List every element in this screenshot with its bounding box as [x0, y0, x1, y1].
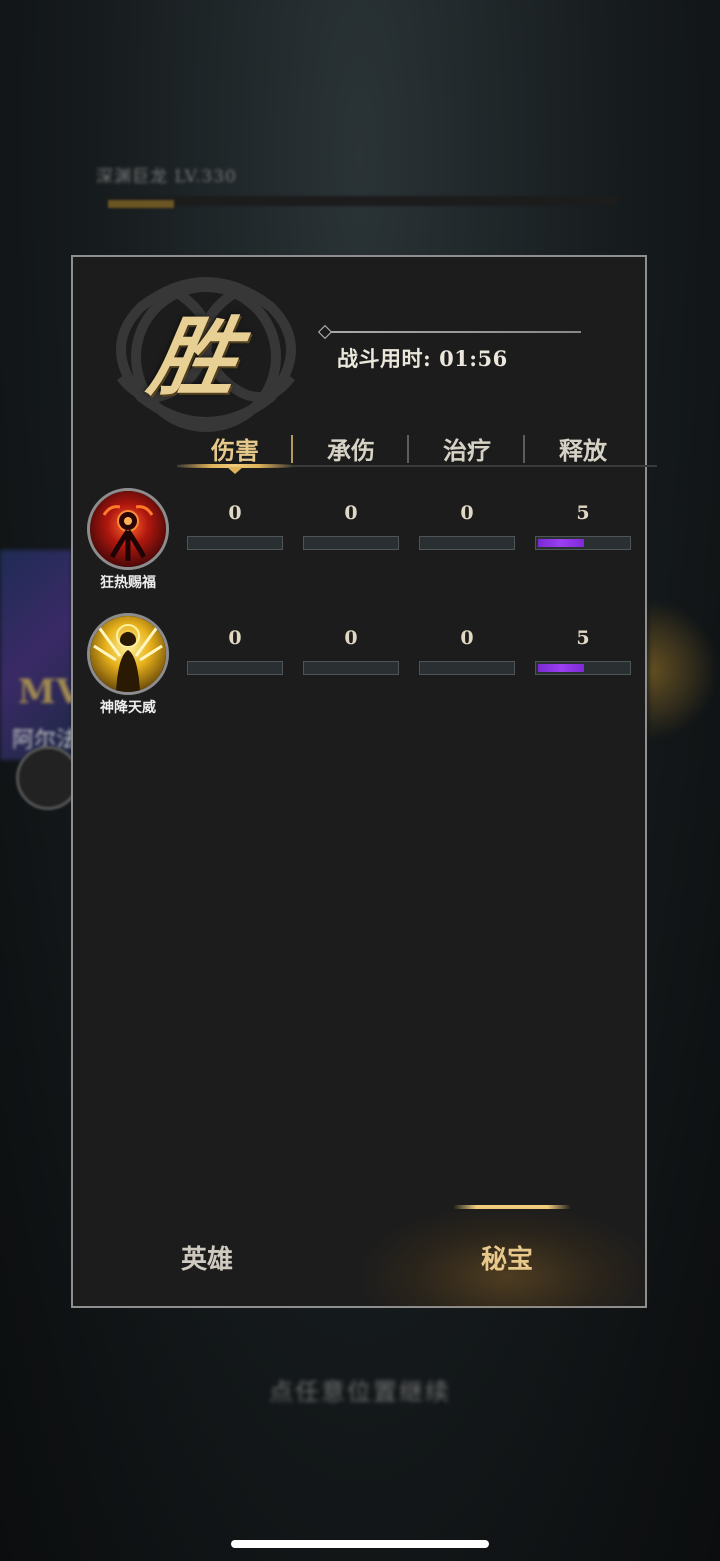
- stat-value: 0: [228, 627, 242, 649]
- tab-heroes[interactable]: 英雄: [63, 1207, 351, 1307]
- stat-bar-fill: [538, 664, 584, 672]
- tab-treasure[interactable]: 秘宝: [363, 1207, 651, 1307]
- stat-value: 0: [344, 627, 358, 649]
- stat-bar: [419, 661, 515, 675]
- stat-value: 0: [460, 502, 474, 524]
- time-divider: [323, 331, 581, 333]
- stat-casts: 5: [535, 502, 631, 550]
- stat-bar: [535, 536, 631, 550]
- stat-healing: 0: [419, 502, 515, 550]
- treasure-name: 神降天威: [100, 700, 156, 716]
- tab-label: 治疗: [443, 435, 491, 465]
- victory-title: 胜: [142, 307, 246, 408]
- stat-bar: [187, 536, 283, 550]
- stat-value: 5: [576, 627, 590, 649]
- stat-bar: [303, 661, 399, 675]
- treasure-avatar: [87, 488, 169, 570]
- stat-damage-taken: 0: [303, 502, 399, 550]
- boss-hp-fill: [108, 200, 174, 208]
- stat-bar: [187, 661, 283, 675]
- list-item[interactable]: 狂热赐福 0 0 0 5: [87, 488, 633, 598]
- stat-bar: [535, 661, 631, 675]
- stat-bar: [303, 536, 399, 550]
- decorative-glow: [648, 600, 720, 740]
- stat-bar-fill: [538, 539, 584, 547]
- battle-time: 战斗用时: 01:56: [337, 346, 508, 371]
- tap-to-continue-hint: 点任意位置继续: [269, 1378, 451, 1406]
- battle-result-panel: 胜 战斗用时: 01:56 伤害 承伤 治疗 释放 狂热赐福 0 0 0 5 神…: [71, 255, 657, 1308]
- treasure-avatar: [87, 613, 169, 695]
- tab-casts[interactable]: 释放: [525, 425, 641, 471]
- stat-bar: [419, 536, 515, 550]
- stat-value: 0: [460, 627, 474, 649]
- divine-treasure-icon: [90, 616, 166, 692]
- stat-damage: 0: [187, 502, 283, 550]
- tab-label: 伤害: [211, 435, 259, 465]
- boss-hud-label: 深渊巨龙 LV.330: [96, 167, 237, 187]
- stat-damage-taken: 0: [303, 627, 399, 675]
- list-item[interactable]: 神降天威 0 0 0 5: [87, 613, 633, 723]
- tab-label: 承伤: [327, 435, 375, 465]
- home-indicator[interactable]: [231, 1540, 489, 1548]
- stat-casts: 5: [535, 627, 631, 675]
- tab-damage-taken[interactable]: 承伤: [293, 425, 409, 471]
- stat-value: 0: [228, 502, 242, 524]
- stat-value: 0: [344, 502, 358, 524]
- tab-treasure-label: 秘宝: [480, 1244, 533, 1275]
- boss-hp-bar: [108, 196, 618, 206]
- active-tab-pointer-icon: [227, 467, 243, 474]
- tab-healing[interactable]: 治疗: [409, 425, 525, 471]
- tab-heroes-label: 英雄: [180, 1244, 233, 1275]
- tab-label: 释放: [559, 435, 607, 465]
- stat-damage: 0: [187, 627, 283, 675]
- treasure-name: 狂热赐福: [100, 575, 156, 591]
- stat-value: 5: [576, 502, 590, 524]
- stat-healing: 0: [419, 627, 515, 675]
- fire-treasure-icon: [90, 491, 166, 567]
